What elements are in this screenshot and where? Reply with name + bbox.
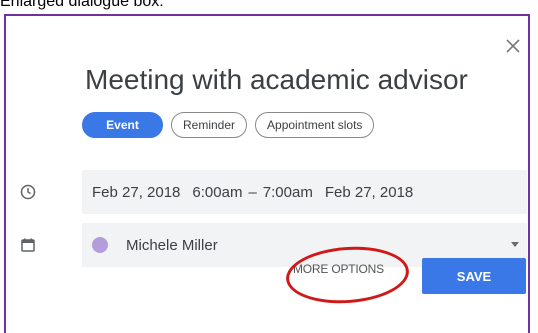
end-date[interactable]: Feb 27, 2018: [325, 184, 413, 201]
clock-icon: [18, 182, 38, 202]
event-title[interactable]: Meeting with academic advisor: [85, 64, 468, 96]
tab-appointment-slots[interactable]: Appointment slots: [255, 112, 375, 138]
tab-reminder[interactable]: Reminder: [171, 112, 248, 138]
close-button[interactable]: [501, 34, 525, 58]
calendar-color-dot: [92, 237, 108, 253]
close-icon: [506, 39, 520, 53]
end-time[interactable]: 7:00am: [263, 184, 313, 201]
save-button[interactable]: SAVE: [422, 258, 526, 294]
calendar-icon: [18, 235, 38, 255]
date-time-row: Feb 27, 2018 6:00am – 7:00am Feb 27, 201…: [82, 170, 527, 214]
dropdown-caret-icon: [511, 242, 519, 247]
start-time[interactable]: 6:00am: [192, 184, 242, 201]
caption-text: Enlarged dialogue box:: [0, 0, 164, 10]
event-type-tabs: Event Reminder Appointment slots: [82, 112, 375, 138]
time-separator: –: [248, 183, 257, 201]
start-date[interactable]: Feb 27, 2018: [92, 184, 180, 201]
tab-event[interactable]: Event: [82, 112, 163, 138]
calendar-name: Michele Miller: [126, 236, 218, 254]
